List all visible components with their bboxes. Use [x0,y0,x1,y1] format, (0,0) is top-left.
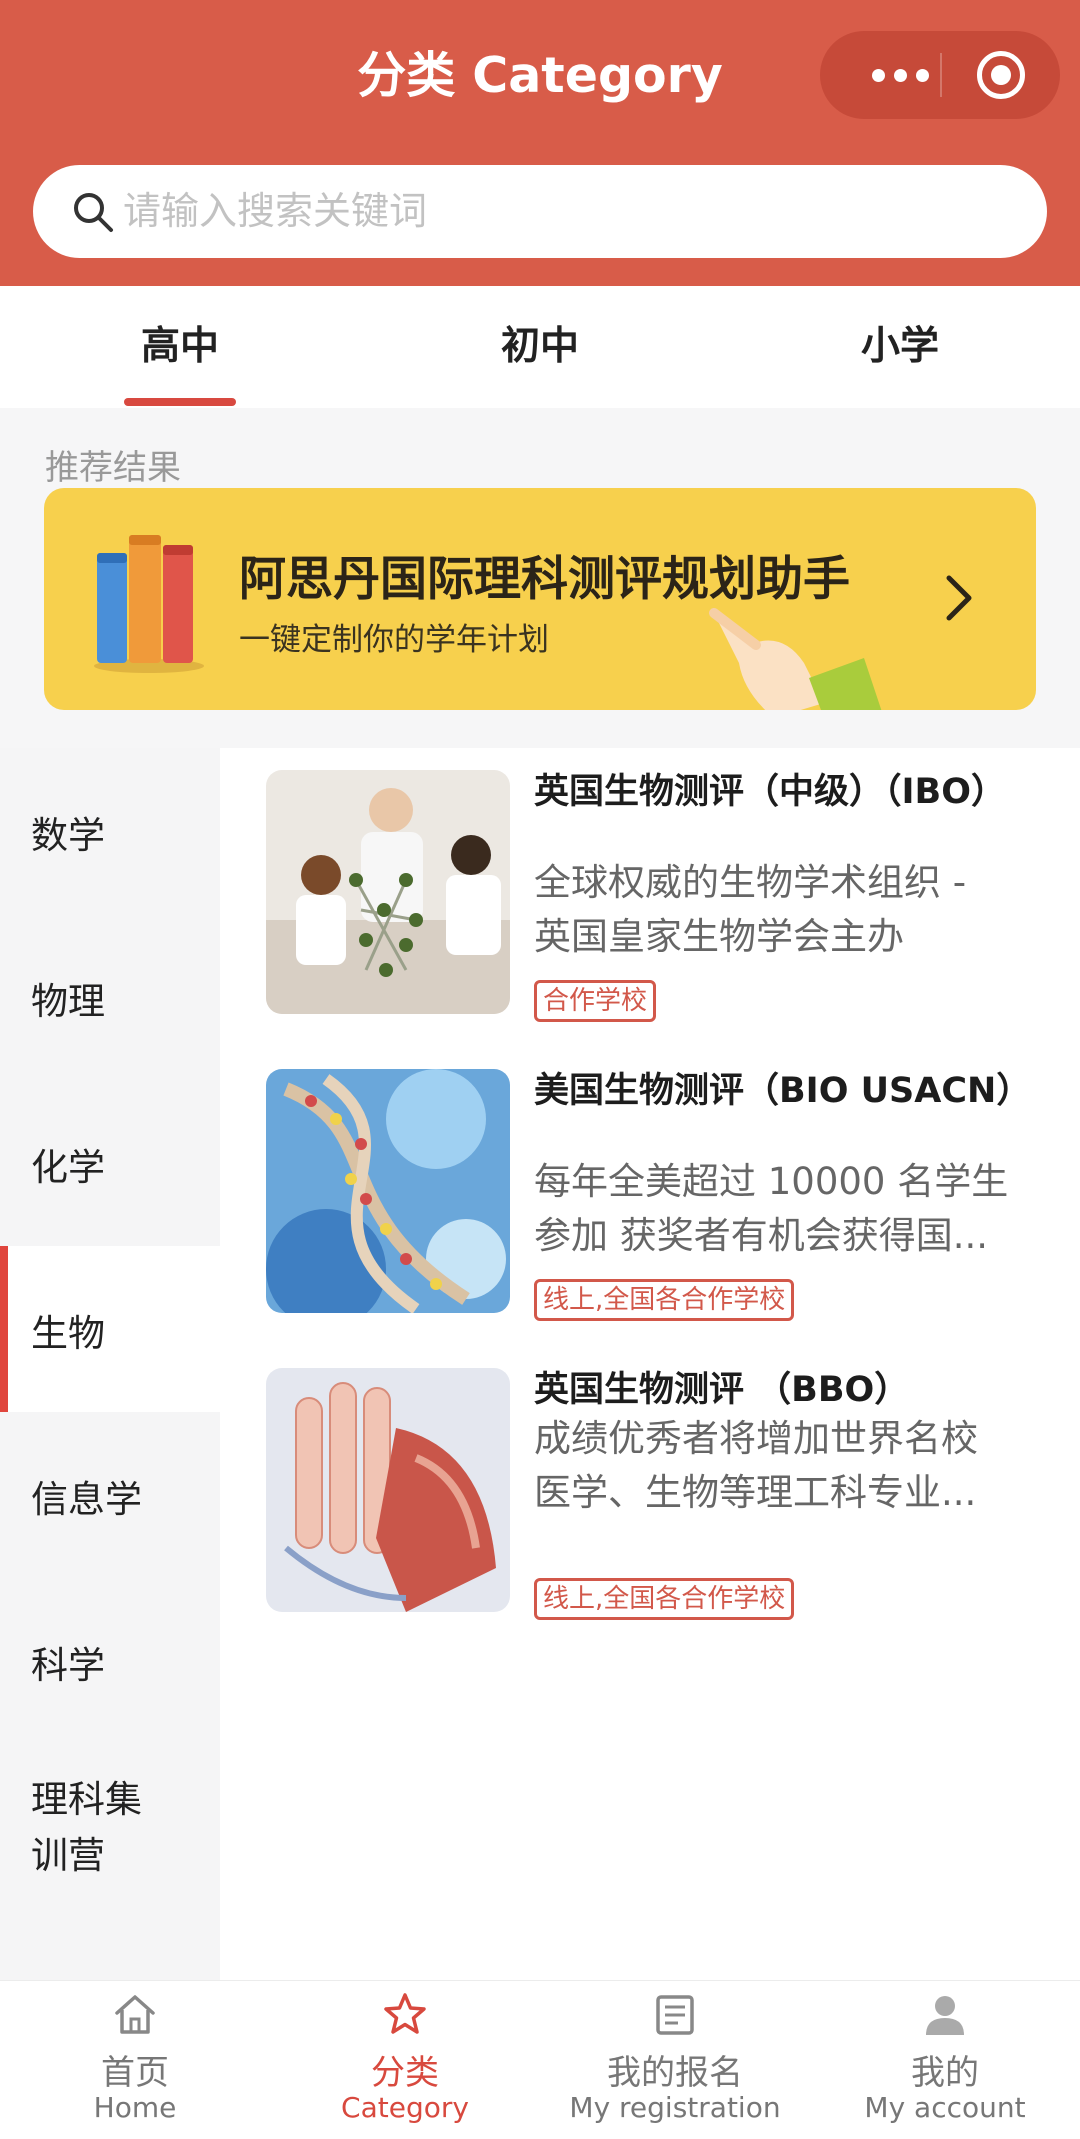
course-description: 全球权威的生物学术组织 - 英国皇家生物学会主办 [534,856,1034,964]
course-title: 美国生物测评（BIO USACN） [534,1071,1032,1111]
sidebar-item-science[interactable]: 科学 [0,1578,220,1744]
subject-sidebar: 数学 物理 化学 生物 信息学 科学 理科集训营 [0,748,220,1980]
course-description: 成绩优秀者将增加世界名校 医学、生物等理工科专业... [534,1412,1034,1520]
tab-primary-school[interactable]: 小学 [720,286,1080,408]
description-line: 医学、生物等理工科专业... [534,1471,977,1514]
nav-label-en: My account [864,2091,1026,2124]
course-title: 英国生物测评（中级）（IBO） [534,772,1006,812]
description-line: 英国皇家生物学会主办 [534,915,904,958]
home-icon [115,1995,155,2034]
tab-high-school[interactable]: 高中 [0,286,360,408]
course-title: 英国生物测评 （BBO） [534,1370,910,1410]
nav-label-en: Category [341,2091,469,2124]
sidebar-item-label: 化学 [31,1146,105,1189]
tab-middle-school[interactable]: 初中 [360,286,720,408]
anatomy-image [266,1368,510,1612]
nav-label-en: My registration [569,2091,781,2124]
description-line: 参加 获奖者有机会获得国... [534,1214,989,1257]
books-icon [94,535,204,673]
course-card-usabo[interactable]: 美国生物测评（BIO USACN） 每年全美超过 10000 名学生 参加 获奖… [266,1069,1066,1321]
sidebar-item-label: 生物 [31,1312,105,1355]
category-page: 分类 Category 请输入搜索关键词 高中 初中 小学 推荐结果 阿思丹国际… [0,0,1080,2139]
document-icon [656,1995,694,2035]
lab-scientists-image [266,770,510,1014]
course-tag: 线上,全国各合作学校 [534,1279,795,1321]
nav-label: 我的 [911,2053,979,2093]
banner-subtitle: 一键定制你的学年计划 [239,622,549,658]
nav-label: 我的报名 [607,2053,743,2093]
course-list: 英国生物测评（中级）（IBO） 全球权威的生物学术组织 - 英国皇家生物学会主办… [220,748,1080,1980]
sidebar-item-science-camp[interactable]: 理科集训营 [0,1744,220,1944]
course-tag: 合作学校 [534,980,657,1022]
active-tab-indicator [124,398,236,406]
course-card-bbo[interactable]: 英国生物测评 （BBO） 成绩优秀者将增加世界名校 医学、生物等理工科专业...… [266,1368,1066,1620]
sidebar-item-chemistry[interactable]: 化学 [0,1080,220,1246]
sidebar-item-label: 理科集训营 [31,1778,142,1877]
description-line: 全球权威的生物学术组织 - [534,861,967,904]
chevron-right-icon [946,575,972,621]
description-line: 成绩优秀者将增加世界名校 [534,1417,978,1460]
capsule-divider [940,53,942,97]
planning-assistant-banner[interactable]: 阿思丹国际理科测评规划助手 一键定制你的学年计划 [44,488,1036,710]
sidebar-item-physics[interactable]: 物理 [0,914,220,1080]
sidebar-item-label: 数学 [31,814,105,857]
nav-category[interactable]: 分类 Category [270,1981,540,2139]
header-bar: 分类 Category 请输入搜索关键词 [0,0,1080,286]
level-tabs: 高中 初中 小学 [0,286,1080,408]
recommend-section-title: 推荐结果 [45,448,181,488]
pointing-hand-icon [709,608,882,710]
star-icon [384,1993,426,2034]
close-target-icon[interactable] [977,51,1025,99]
nav-label: 分类 [371,2053,439,2093]
mini-program-capsule [820,31,1060,119]
course-tag: 线上,全国各合作学校 [534,1578,795,1620]
sidebar-item-math[interactable]: 数学 [0,748,220,914]
course-card-ibo[interactable]: 英国生物测评（中级）（IBO） 全球权威的生物学术组织 - 英国皇家生物学会主办… [266,770,1066,1022]
description-line: 每年全美超过 10000 名学生 [534,1160,1009,1203]
search-input[interactable]: 请输入搜索关键词 [123,165,427,258]
nav-my-account[interactable]: 我的 My account [810,1981,1080,2139]
search-bar[interactable]: 请输入搜索关键词 [33,165,1047,258]
person-icon [926,1996,964,2035]
dna-helix-image [266,1069,510,1313]
sidebar-item-informatics[interactable]: 信息学 [0,1412,220,1578]
sidebar-item-label: 物理 [31,980,105,1023]
banner-title: 阿思丹国际理科测评规划助手 [239,552,850,607]
course-description: 每年全美超过 10000 名学生 参加 获奖者有机会获得国... [534,1155,1034,1263]
sidebar-item-biology[interactable]: 生物 [0,1246,220,1412]
search-icon [74,193,113,232]
sidebar-item-label: 科学 [31,1644,105,1687]
nav-label-en: Home [93,2091,177,2124]
nav-label: 首页 [101,2053,169,2093]
nav-my-registration[interactable]: 我的报名 My registration [540,1981,810,2139]
nav-home[interactable]: 首页 Home [0,1981,270,2139]
sidebar-item-label: 信息学 [31,1478,142,1521]
more-menu-button[interactable] [850,31,950,119]
bottom-tab-bar: 首页 Home 分类 Category 我的报名 My registration [0,1980,1080,2139]
